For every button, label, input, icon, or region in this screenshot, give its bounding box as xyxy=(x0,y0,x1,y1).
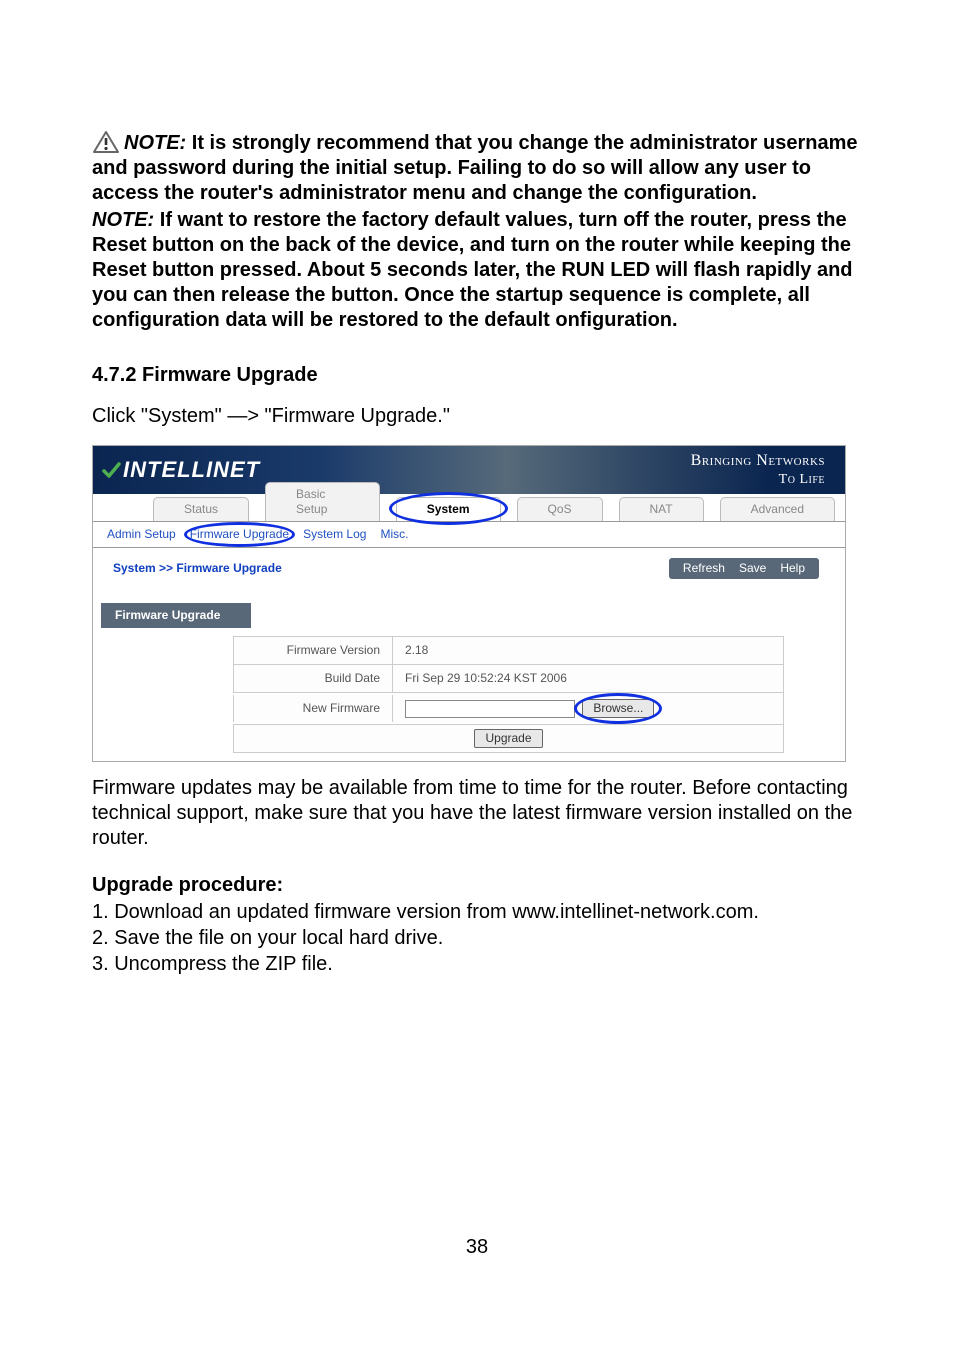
subtab-misc[interactable]: Misc. xyxy=(380,527,408,542)
tagline-2: To Life xyxy=(691,471,825,489)
fw-version-value: 2.18 xyxy=(393,637,784,664)
note-text-1: It is strongly recommend that you change… xyxy=(92,132,857,204)
breadcrumb: System >> Firmware Upgrade xyxy=(113,561,282,576)
tab-basic-setup[interactable]: Basic Setup xyxy=(265,482,380,521)
new-firmware-label: New Firmware xyxy=(233,695,393,722)
build-date-value: Fri Sep 29 10:52:24 KST 2006 xyxy=(393,665,784,692)
action-bar: Refresh Save Help xyxy=(669,558,819,579)
panel-title: Firmware Upgrade xyxy=(101,603,251,628)
note-text-2: If want to restore the factory default v… xyxy=(92,209,853,331)
subtab-firmware-upgrade[interactable]: Firmware Upgrade xyxy=(190,527,289,542)
tagline-1: Bringing Networks xyxy=(691,451,825,471)
procedure-heading: Upgrade procedure: xyxy=(92,873,862,898)
upgrade-button[interactable]: Upgrade xyxy=(474,729,542,748)
file-input[interactable] xyxy=(405,700,575,718)
table-row: New Firmware Browse... xyxy=(233,693,784,725)
note-label-1: NOTE: xyxy=(124,132,186,154)
router-screenshot: INTELLINET Bringing Networks To Life Sta… xyxy=(92,445,846,762)
help-link[interactable]: Help xyxy=(780,561,805,576)
tab-qos[interactable]: QoS xyxy=(517,497,603,521)
subtab-admin-setup[interactable]: Admin Setup xyxy=(107,527,176,542)
check-icon xyxy=(101,460,121,480)
tab-advanced[interactable]: Advanced xyxy=(720,497,835,521)
subtab-firmware-upgrade-label: Firmware Upgrade xyxy=(190,527,289,541)
firmware-para: Firmware updates may be available from t… xyxy=(92,776,862,851)
page-number: 38 xyxy=(0,1235,954,1260)
step-3: 3. Uncompress the ZIP file. xyxy=(92,952,862,977)
build-date-label: Build Date xyxy=(233,665,393,692)
click-instruction: Click "System" —> "Firmware Upgrade." xyxy=(92,404,862,429)
main-tabs: Status Basic Setup System QoS NAT Advanc… xyxy=(93,494,845,522)
tagline: Bringing Networks To Life xyxy=(691,451,825,489)
tab-system-label: System xyxy=(427,502,470,516)
warning-icon xyxy=(92,130,120,154)
firmware-table: Firmware Version 2.18 Build Date Fri Sep… xyxy=(233,636,784,753)
note-2: NOTE: If want to restore the factory def… xyxy=(92,208,862,333)
logo-text: INTELLINET xyxy=(123,456,260,484)
tab-status[interactable]: Status xyxy=(153,497,249,521)
step-1: 1. Download an updated firmware version … xyxy=(92,900,862,925)
subtab-system-log[interactable]: System Log xyxy=(303,527,366,542)
fw-version-label: Firmware Version xyxy=(233,637,393,664)
screenshot-header: INTELLINET Bringing Networks To Life xyxy=(93,446,845,494)
table-row: Firmware Version 2.18 xyxy=(233,637,784,665)
breadcrumb-row: System >> Firmware Upgrade Refresh Save … xyxy=(93,552,845,585)
save-link[interactable]: Save xyxy=(739,561,766,576)
note-label-2: NOTE: xyxy=(92,209,154,231)
refresh-link[interactable]: Refresh xyxy=(683,561,725,576)
table-row: Build Date Fri Sep 29 10:52:24 KST 2006 xyxy=(233,665,784,693)
browse-button[interactable]: Browse... xyxy=(582,699,654,718)
step-2: 2. Save the file on your local hard driv… xyxy=(92,926,862,951)
tab-nat[interactable]: NAT xyxy=(619,497,704,521)
sub-tabs: Admin Setup Firmware Upgrade System Log … xyxy=(93,522,845,548)
tab-system[interactable]: System xyxy=(396,497,501,521)
section-heading: 4.7.2 Firmware Upgrade xyxy=(92,363,862,388)
note-1: NOTE: It is strongly recommend that you … xyxy=(92,130,862,206)
intellinet-logo: INTELLINET xyxy=(101,456,260,484)
new-firmware-cell: Browse... xyxy=(393,693,784,724)
upgrade-row: Upgrade xyxy=(233,725,784,753)
